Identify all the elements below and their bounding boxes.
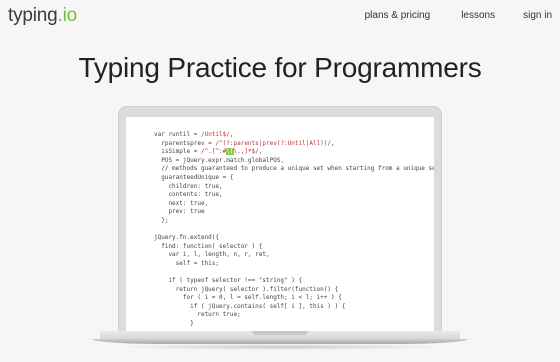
code-line: contents: true, — [168, 191, 223, 199]
code-line: guaranteedUnique = { — [161, 173, 234, 181]
code-line: var runtil = /Until$/, — [154, 131, 234, 138]
top-nav: plans & pricing lessons sign in — [365, 10, 552, 21]
code-line: POS = jQuery.expr.match.globalPOS, — [161, 156, 285, 164]
code-line: find: function( selector ) { — [161, 242, 263, 250]
laptop-notch — [252, 331, 308, 335]
page-title: Typing Practice for Programmers — [78, 52, 482, 83]
laptop-illustration: var runtil = /Until$/, rparentsprev = /^… — [118, 106, 442, 339]
code-snippet: var runtil = /Until$/, rparentsprev = /^… — [154, 131, 434, 329]
code-line: prev: true — [168, 208, 205, 216]
code-line: children: true, — [168, 182, 223, 190]
laptop-shadow — [110, 344, 450, 350]
laptop-screen: var runtil = /Until$/, rparentsprev = /^… — [126, 117, 434, 339]
code-line: var i, l, length, n, r, ret, — [168, 251, 270, 259]
logo[interactable]: typing.io — [8, 5, 77, 27]
code-line: jQuery.fn.extend({ — [154, 234, 220, 242]
code-line: next: true, — [168, 199, 209, 207]
code-line: }; — [161, 216, 169, 224]
nav-lessons[interactable]: lessons — [461, 10, 495, 21]
code-line: if ( typeof selector !== "string" ) { — [168, 277, 303, 285]
code-line: rparentsprev = /^(?:parents|prev(?:Until… — [154, 139, 335, 147]
nav-plans-pricing[interactable]: plans & pricing — [365, 10, 431, 21]
code-line: isSimple = /^.[^:#\[\.,]*$/, — [154, 148, 263, 156]
code-line: return jQuery( selector ).filter(functio… — [175, 285, 339, 293]
nav-sign-in[interactable]: sign in — [523, 10, 552, 21]
code-line: return true; — [197, 311, 241, 319]
code-line: if ( jQuery.contains( self[ i ], this ) … — [190, 302, 346, 310]
logo-main: typing — [8, 5, 58, 26]
code-line: } — [190, 320, 194, 328]
code-line: // methods guaranteed to produce a uniqu… — [161, 165, 434, 173]
logo-tld: io — [62, 5, 78, 26]
code-line: self = this; — [175, 259, 220, 267]
code-line: for ( i = 0, l = self.length; i < l; i++… — [182, 294, 342, 302]
